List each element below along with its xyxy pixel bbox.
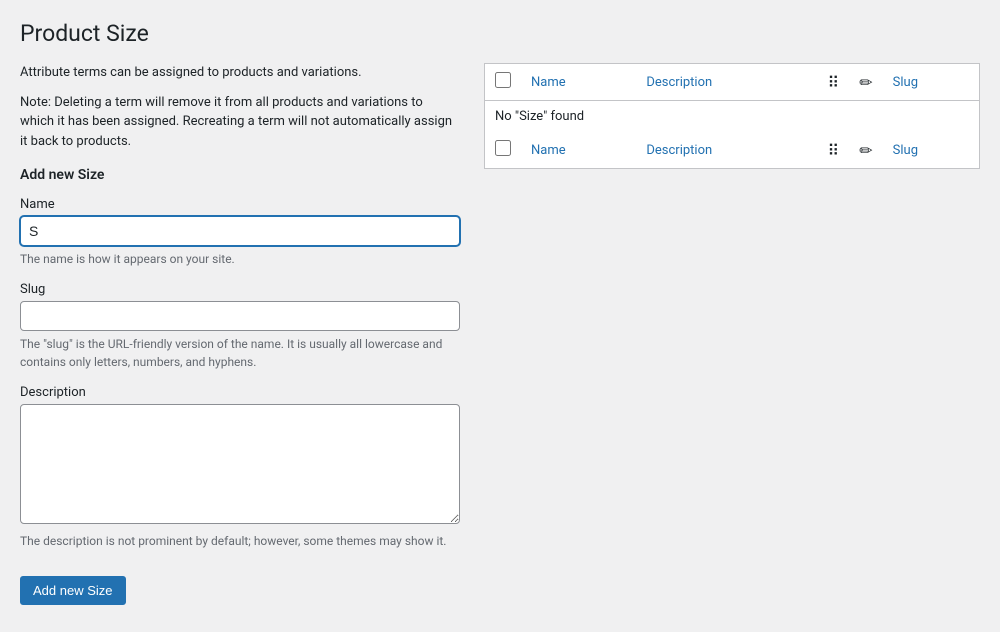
- footer-slug[interactable]: Slug: [883, 132, 980, 169]
- footer-description[interactable]: Description: [636, 132, 817, 169]
- slug-input[interactable]: [20, 301, 460, 331]
- select-all-checkbox[interactable]: [495, 72, 511, 88]
- footer-slug-link[interactable]: Slug: [893, 143, 918, 158]
- table-footer-row: Name Description ⠿ ✏ Slug: [485, 132, 980, 169]
- name-column-link[interactable]: Name: [531, 75, 566, 90]
- select-all-footer-checkbox[interactable]: [495, 140, 511, 156]
- footer-name[interactable]: Name: [521, 132, 636, 169]
- form-heading: Add new Size: [20, 167, 460, 183]
- name-label: Name: [20, 197, 460, 212]
- footer-name-link[interactable]: Name: [531, 143, 566, 158]
- attribute-table: Name Description ⠿ ✏ Slug: [484, 63, 980, 169]
- footer-sort-icon-col: ⠿: [818, 132, 850, 169]
- description-column-link[interactable]: Description: [646, 75, 712, 90]
- slug-label: Slug: [20, 282, 460, 297]
- name-hint: The name is how it appears on your site.: [20, 250, 460, 268]
- header-description[interactable]: Description: [636, 64, 817, 101]
- description-label: Description: [20, 385, 460, 400]
- description-field-group: Description The description is not promi…: [20, 385, 460, 550]
- header-edit-icon-col: ✏: [849, 64, 882, 101]
- header-name[interactable]: Name: [521, 64, 636, 101]
- attribute-info-text: Attribute terms can be assigned to produ…: [20, 63, 460, 83]
- edit-icon: ✏: [859, 73, 872, 92]
- description-textarea[interactable]: [20, 404, 460, 524]
- slug-hint: The "slug" is the URL-friendly version o…: [20, 335, 460, 371]
- footer-description-link[interactable]: Description: [646, 143, 712, 158]
- slug-column-link[interactable]: Slug: [893, 75, 918, 90]
- sort-icon: ⠿: [828, 73, 840, 92]
- page-title: Product Size: [20, 20, 980, 47]
- footer-edit-icon-col: ✏: [849, 132, 882, 169]
- no-results-cell: No "Size" found: [485, 101, 980, 133]
- left-panel: Attribute terms can be assigned to produ…: [20, 63, 460, 605]
- footer-checkbox-col: [485, 132, 522, 169]
- name-input[interactable]: [20, 216, 460, 246]
- header-slug[interactable]: Slug: [883, 64, 980, 101]
- table-header-row: Name Description ⠿ ✏ Slug: [485, 64, 980, 101]
- footer-sort-icon: ⠿: [828, 141, 840, 160]
- no-results-row: No "Size" found: [485, 101, 980, 133]
- right-panel: Name Description ⠿ ✏ Slug: [484, 63, 980, 169]
- note-text: Note: Deleting a term will remove it fro…: [20, 93, 460, 152]
- add-new-size-button[interactable]: Add new Size: [20, 576, 126, 605]
- description-hint: The description is not prominent by defa…: [20, 532, 460, 550]
- header-checkbox-col: [485, 64, 522, 101]
- name-field-group: Name The name is how it appears on your …: [20, 197, 460, 268]
- header-sort-icon-col: ⠿: [818, 64, 850, 101]
- slug-field-group: Slug The "slug" is the URL-friendly vers…: [20, 282, 460, 371]
- footer-edit-icon: ✏: [859, 141, 872, 160]
